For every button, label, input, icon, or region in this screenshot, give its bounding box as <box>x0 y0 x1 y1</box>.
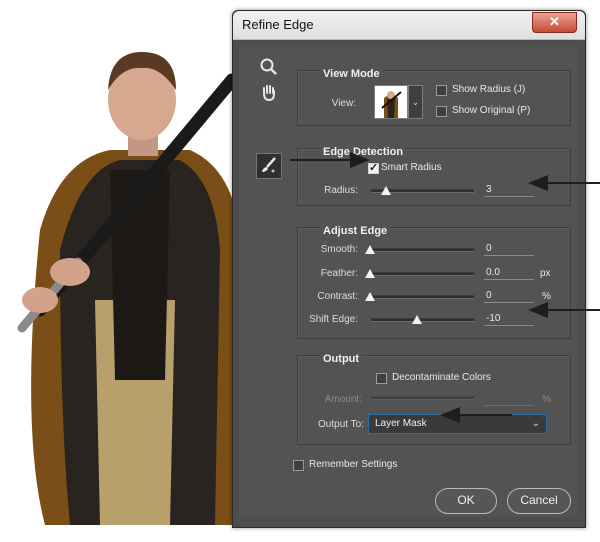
annotation-arrows <box>290 152 600 423</box>
